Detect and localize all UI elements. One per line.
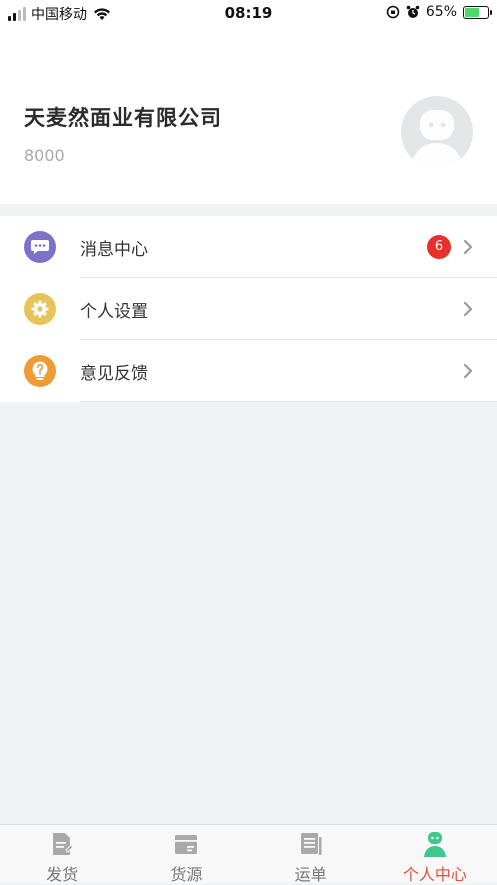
box-icon xyxy=(175,835,198,854)
unread-badge: 6 xyxy=(427,235,451,259)
menu-item-label: 消息中心 xyxy=(80,239,148,260)
alarm-icon xyxy=(406,5,420,18)
menu-item-feedback[interactable]: 意见反馈 xyxy=(0,340,497,402)
question-bulb-icon xyxy=(24,355,56,387)
tab-label: 个人中心 xyxy=(402,865,467,884)
menu-list: 消息中心 6 个人设置 意见反馈 xyxy=(0,216,497,402)
tab-label: 货源 xyxy=(170,865,203,884)
battery-percent: 65% xyxy=(425,4,457,20)
menu-item-settings[interactable]: 个人设置 xyxy=(0,278,497,340)
rotation-lock-icon xyxy=(386,5,400,19)
company-name: 天麦然面业有限公司 xyxy=(24,106,222,130)
list-icon xyxy=(300,833,322,855)
tab-cargo[interactable]: 货源 xyxy=(124,825,248,884)
gear-icon xyxy=(24,293,56,325)
status-bar: 中国移动 08:19 65% xyxy=(0,0,497,26)
message-icon xyxy=(24,231,56,263)
chevron-right-icon xyxy=(463,301,473,317)
document-icon xyxy=(53,833,74,855)
profile-header: 天麦然面业有限公司 8000 xyxy=(0,26,497,204)
tab-label: 发货 xyxy=(46,865,79,884)
tab-profile[interactable]: 个人中心 xyxy=(373,825,497,884)
person-icon xyxy=(423,832,446,857)
menu-item-messages[interactable]: 消息中心 6 xyxy=(0,216,497,278)
user-id: 8000 xyxy=(24,146,65,165)
chevron-right-icon xyxy=(463,363,473,379)
tab-ship[interactable]: 发货 xyxy=(0,825,124,884)
menu-item-label: 个人设置 xyxy=(80,301,148,322)
avatar[interactable] xyxy=(401,96,473,168)
battery-icon xyxy=(463,5,492,19)
menu-item-label: 意见反馈 xyxy=(80,363,148,384)
default-avatar-icon xyxy=(411,110,463,168)
chevron-right-icon xyxy=(463,239,473,255)
tab-label: 运单 xyxy=(294,865,327,884)
tab-bar: 发货 货源 运单 个人中心 xyxy=(0,824,497,884)
tab-waybill[interactable]: 运单 xyxy=(249,825,373,884)
